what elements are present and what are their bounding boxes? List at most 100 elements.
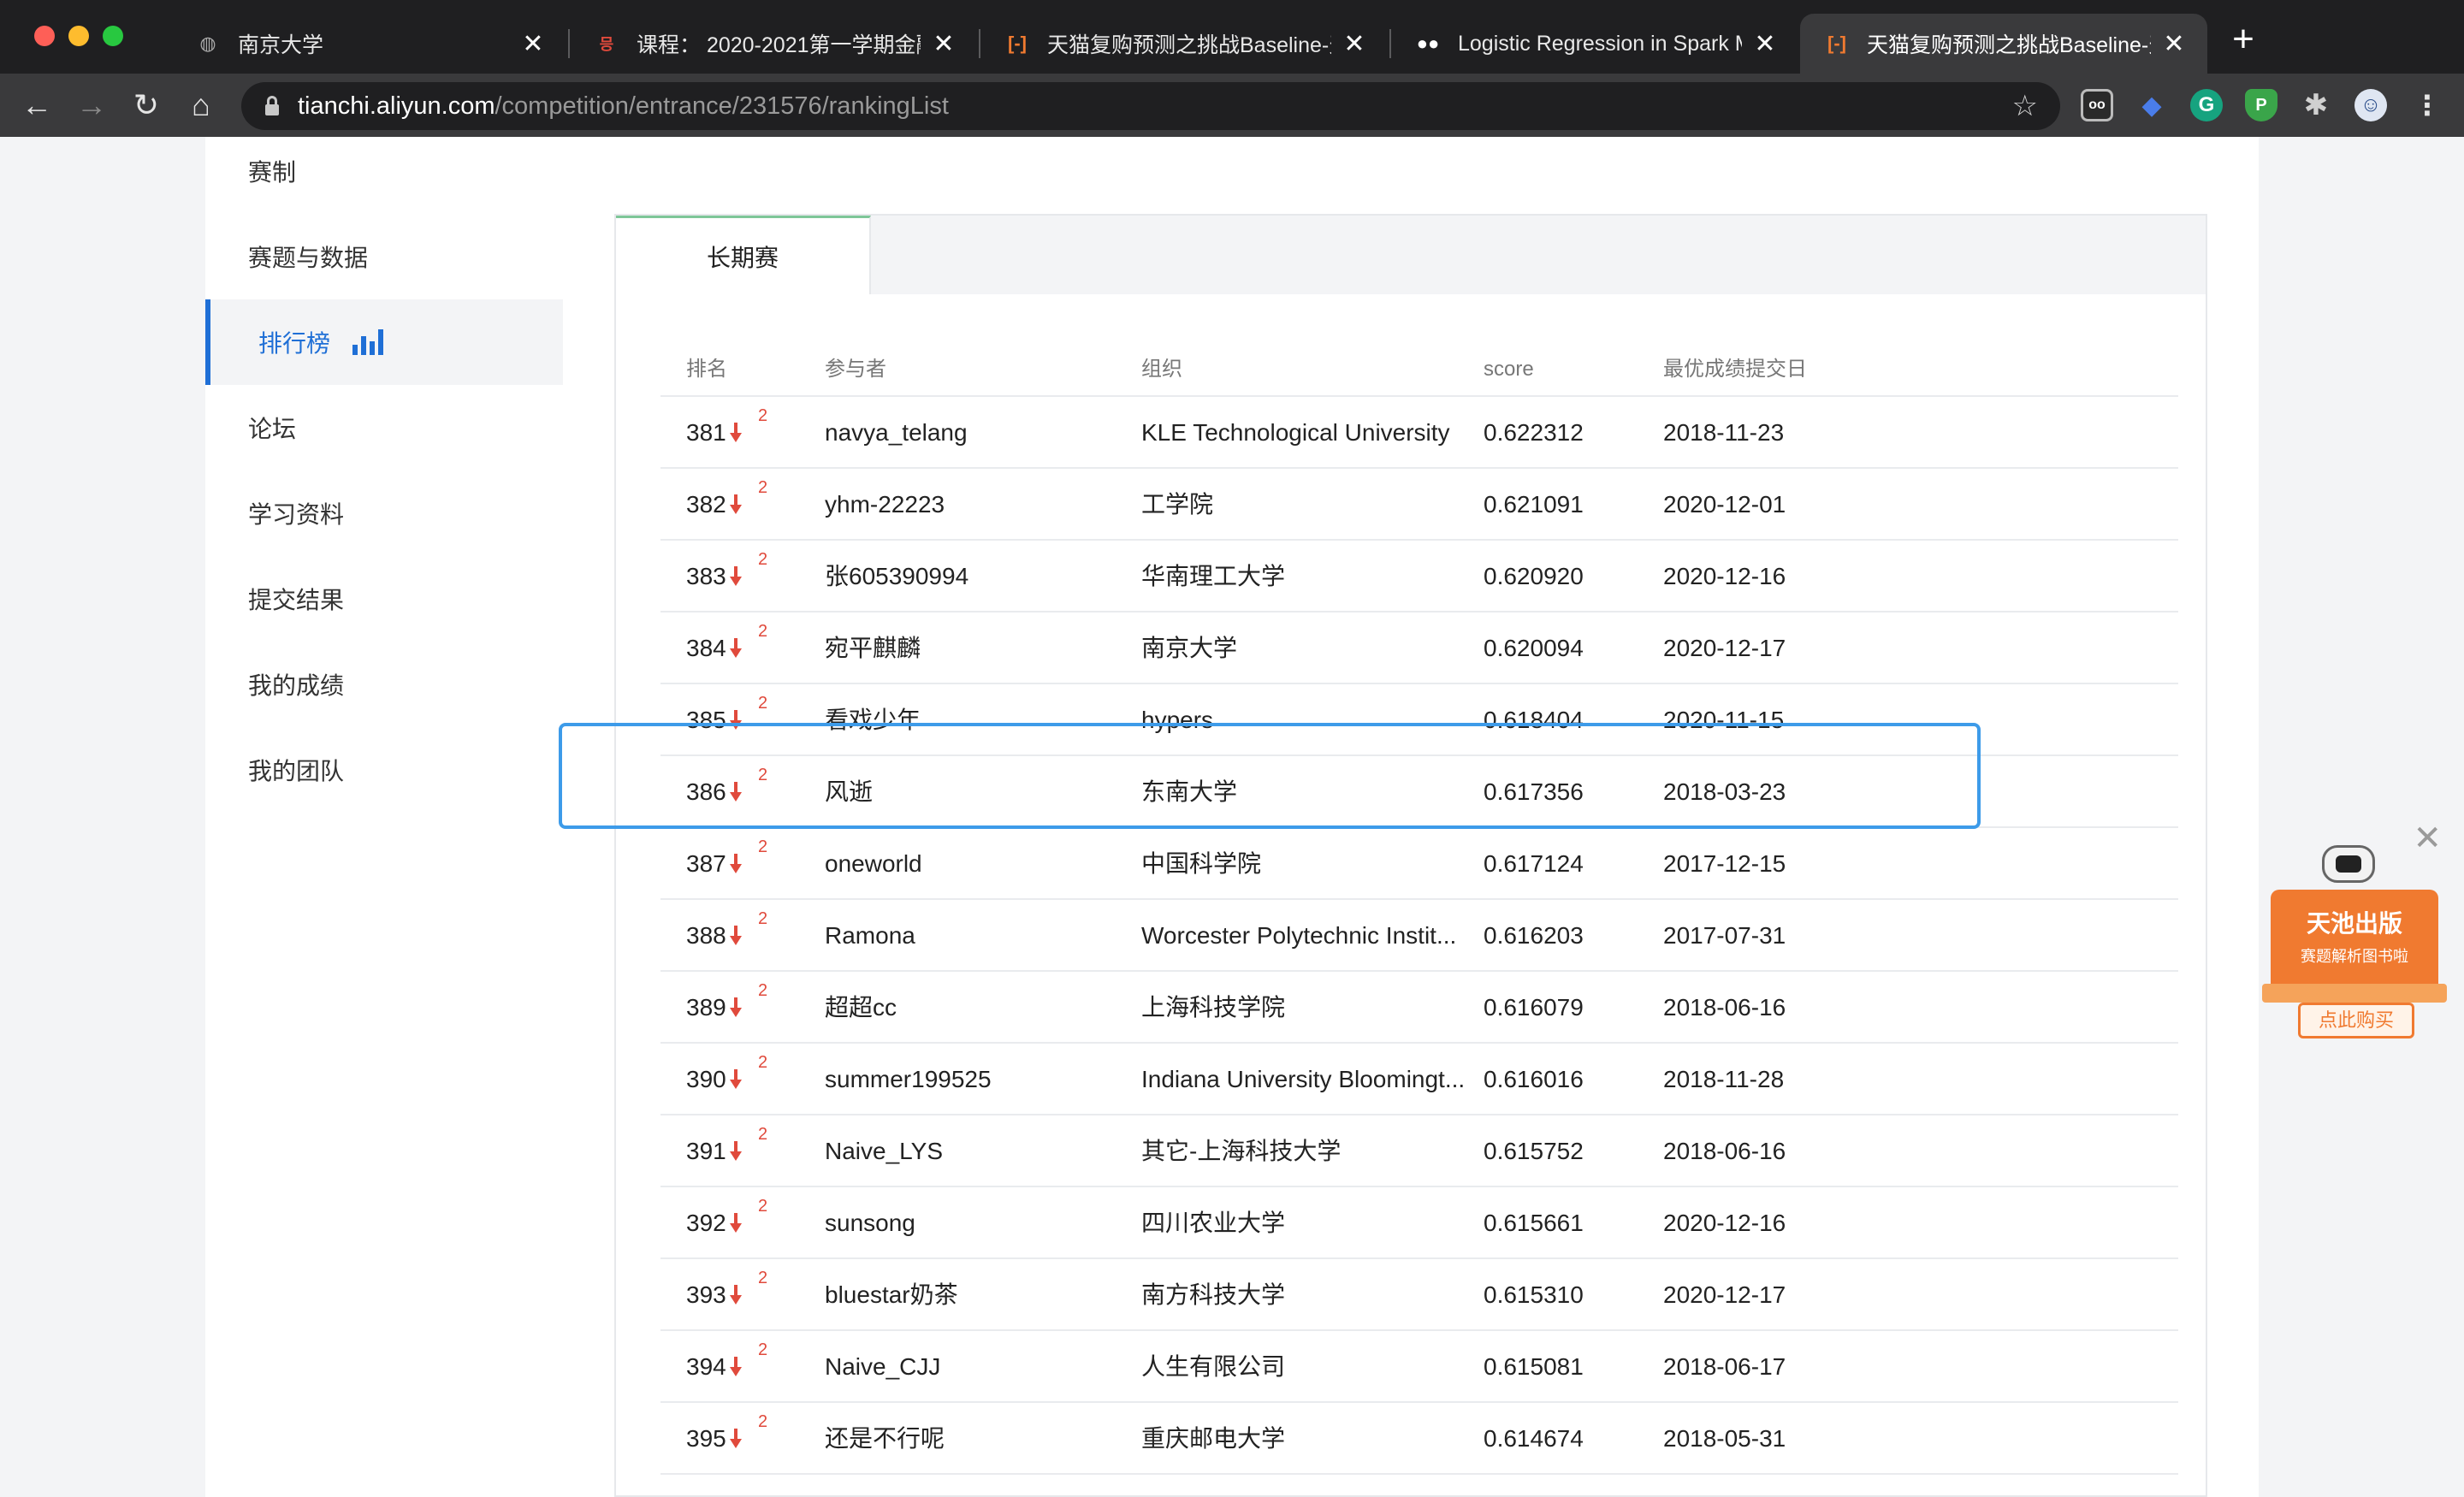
page-body: 赛制 赛题与数据 排行榜 论坛 学习资料 提交结果 我的成绩 我的团队 长期赛 … (0, 137, 2464, 1497)
participant-cell[interactable]: 看戏少年 (825, 684, 1116, 756)
window-maximize-button[interactable] (103, 26, 123, 46)
tab-close-icon[interactable]: ✕ (520, 29, 546, 59)
window-minimize-button[interactable] (68, 26, 89, 46)
participant-cell[interactable]: sunsong (825, 1187, 1116, 1259)
puzzle-extensions-icon[interactable]: ✱ (2300, 89, 2332, 121)
back-arrow-icon[interactable]: ← (17, 86, 56, 125)
rank-delta: 2 (758, 1053, 768, 1072)
date-cell: 2018-05-31 (1663, 1425, 1786, 1452)
participant-cell[interactable]: Ramona (825, 900, 1116, 972)
book-promo-widget[interactable]: ✕ 天池出版 赛题解析图书啦 点此购买 (2259, 787, 2464, 1061)
more-menu-icon[interactable]: ⋮ (2411, 89, 2443, 121)
leaderboard-card: 长期赛 排名 参与者 组织 score 最优成绩提交日 381 2 navya_te… (614, 214, 2207, 1497)
participant-cell[interactable]: Naive_CJJ (825, 1331, 1116, 1403)
sidebar-item-forum[interactable]: 论坛 (205, 385, 563, 470)
reader-extension-icon[interactable]: oo (2081, 89, 2113, 121)
tab-close-icon[interactable]: ✕ (1342, 29, 1367, 59)
participant-cell[interactable]: summer199525 (825, 1044, 1116, 1115)
browser-tab[interactable]: ◍ 南京大学 ✕ (171, 14, 566, 74)
aliyun-icon: [-] (1827, 33, 1846, 54)
window-close-button[interactable] (34, 26, 55, 46)
rank-number: 390 (686, 1066, 726, 1092)
participant-cell[interactable]: 风逝 (825, 756, 1116, 828)
bookmark-star-icon[interactable]: ☆ (2012, 82, 2038, 130)
rank-cell: 387 2 (686, 828, 797, 900)
participant-cell[interactable]: Naive_LYS (825, 1115, 1116, 1187)
table-row: 389 2 超超cc 上海科技学院 0.616079 2018-06-16 (660, 972, 2178, 1044)
forward-arrow-icon[interactable]: → (72, 86, 111, 125)
tab-close-icon[interactable]: ✕ (931, 29, 957, 59)
sidebar-item-rules[interactable]: 赛制 (205, 137, 563, 214)
org-cell: 工学院 (1141, 491, 1214, 518)
browser-tab[interactable]: 믕 课程： 2020-2021第一学期金融 ✕ (570, 14, 977, 74)
sidebar-item-leaderboard[interactable]: 排行榜 (205, 299, 563, 385)
arrow-down-icon (729, 1357, 742, 1377)
tab-title: 南京大学 (238, 33, 324, 57)
graduation-cap-extension-icon[interactable]: ◆ (2135, 89, 2168, 121)
table-row: 383 2 张605390994 华南理工大学 0.620920 2020-12-16 (660, 541, 2178, 612)
rank-delta: 2 (758, 694, 768, 713)
score-cell: 0.620920 (1484, 563, 1584, 589)
rank-cell: 392 2 (686, 1187, 797, 1259)
promo-banner[interactable]: 天池出版 赛题解析图书啦 (2271, 890, 2438, 992)
sidebar-item-learning[interactable]: 学习资料 (205, 470, 563, 556)
score-cell: 0.620094 (1484, 635, 1584, 661)
org-cell: 中国科学院 (1141, 850, 1262, 877)
tab-long-term[interactable]: 长期赛 (616, 216, 871, 294)
participant-cell[interactable]: 还是不行呢 (825, 1403, 1116, 1475)
rank-cell: 389 2 (686, 972, 797, 1044)
sidebar-item-my-team[interactable]: 我的团队 (205, 727, 563, 813)
table-row: 388 2 Ramona Worcester Polytechnic Instit..… (660, 900, 2178, 972)
arrow-down-icon (729, 1285, 742, 1305)
promo-close-icon[interactable]: ✕ (2413, 821, 2442, 855)
tab-title: 课程： 2020-2021第一学期金融 (637, 33, 921, 57)
shield-extension-icon[interactable]: P (2245, 89, 2277, 121)
home-icon[interactable]: ⌂ (181, 86, 221, 125)
rank-number: 383 (686, 563, 726, 589)
score-cell: 0.615310 (1484, 1281, 1584, 1308)
arrow-down-icon (729, 782, 742, 802)
address-bar[interactable]: tianchi.aliyun.com/competition/entrance/… (241, 82, 2060, 130)
grammarly-extension-icon[interactable]: G (2190, 89, 2223, 121)
rank-number: 386 (686, 778, 726, 805)
tab-close-icon[interactable]: ✕ (1752, 29, 1778, 59)
reload-icon[interactable]: ↻ (127, 86, 166, 125)
sidebar-item-label: 排行榜 (258, 330, 331, 357)
arrow-down-icon (729, 638, 742, 659)
org-cell: Worcester Polytechnic Instit... (1141, 922, 1457, 949)
participant-cell[interactable]: yhm-22223 (825, 469, 1116, 541)
profile-avatar[interactable]: ☺ (2354, 89, 2387, 121)
tab-close-icon[interactable]: ✕ (2161, 29, 2187, 59)
sidebar-item-submit[interactable]: 提交结果 (205, 556, 563, 642)
arrow-down-icon (729, 566, 742, 587)
browser-tab[interactable]: ●● Logistic Regression in Spark M ✕ (1391, 14, 1798, 74)
participant-cell[interactable]: 张605390994 (825, 541, 1116, 612)
sidebar-item-data[interactable]: 赛题与数据 (205, 214, 563, 299)
arrow-down-icon (729, 997, 742, 1018)
score-cell: 0.617356 (1484, 778, 1584, 805)
participant-cell[interactable]: bluestar奶茶 (825, 1259, 1116, 1331)
participant-cell[interactable]: 宛平麒麟 (825, 612, 1116, 684)
url-text[interactable]: tianchi.aliyun.com/competition/entrance/… (298, 82, 949, 130)
date-cell: 2020-11-15 (1663, 707, 1785, 733)
rank-number: 392 (686, 1210, 726, 1236)
sidebar-item-my-scores[interactable]: 我的成绩 (205, 642, 563, 727)
sidebar-item-label: 学习资料 (248, 501, 345, 528)
org-cell: 南京大学 (1141, 635, 1238, 661)
browser-tab-active[interactable]: [-] 天猫复购预测之挑战Baseline-天 ✕ (1800, 14, 2207, 74)
date-cell: 2020-12-01 (1663, 491, 1786, 518)
table-row: 386 2 风逝 东南大学 0.617356 2018-03-23 (660, 756, 2178, 828)
participant-cell[interactable]: oneworld (825, 828, 1116, 900)
rank-cell: 381 2 (686, 397, 797, 469)
buy-button[interactable]: 点此购买 (2298, 1003, 2414, 1038)
browser-tab[interactable]: [-] 天猫复购预测之挑战Baseline-天 ✕ (980, 14, 1388, 74)
participant-cell[interactable]: 超超cc (825, 972, 1116, 1044)
arrow-down-icon (729, 1069, 742, 1090)
promo-subtitle: 赛题解析图书啦 (2301, 948, 2408, 965)
sidebar-item-label: 赛制 (248, 159, 297, 186)
date-cell: 2017-07-31 (1663, 922, 1786, 949)
date-cell: 2018-11-23 (1663, 419, 1785, 446)
participant-cell[interactable]: navya_telang (825, 397, 1116, 469)
new-tab-button[interactable]: + (2224, 21, 2262, 60)
rank-number: 384 (686, 635, 726, 661)
